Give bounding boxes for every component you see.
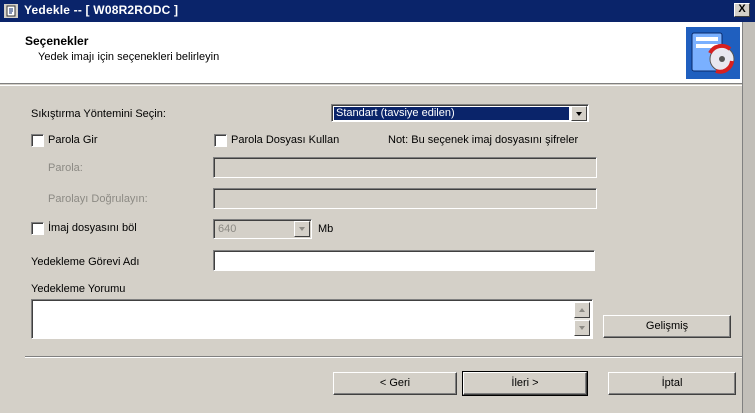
- window-title: Yedekle -- [ W08R2RODC ]: [24, 3, 179, 17]
- password-checkbox-label: Parola Gir: [48, 134, 98, 146]
- password-file-checkbox-label: Parola Dosyası Kullan: [231, 134, 340, 146]
- compression-label: Sıkıştırma Yöntemini Seçin:: [31, 108, 166, 120]
- footer-divider: [25, 356, 742, 358]
- close-button[interactable]: X: [734, 3, 750, 17]
- task-name-label: Yedekleme Görevi Adı: [31, 256, 140, 268]
- scroll-up-icon[interactable]: [574, 302, 590, 318]
- split-unit: Mb: [318, 223, 334, 235]
- confirm-password-field[interactable]: [213, 188, 597, 209]
- advanced-button[interactable]: Gelişmiş: [603, 315, 731, 338]
- task-name-input[interactable]: [213, 250, 595, 271]
- app-icon: [4, 4, 18, 18]
- split-size-value: 640: [218, 223, 237, 235]
- wizard-header: Seçenekler Yedek imajı için seçenekleri …: [0, 22, 742, 84]
- confirm-password-label: Parolayı Doğrulayın:: [48, 193, 148, 205]
- password-checkbox[interactable]: [31, 134, 44, 147]
- backup-icon: [686, 27, 740, 79]
- comment-scrollbar[interactable]: [574, 302, 590, 336]
- split-checkbox-label: İmaj dosyasını böl: [48, 222, 137, 234]
- comment-textarea[interactable]: [31, 299, 593, 339]
- password-label: Parola:: [48, 162, 83, 174]
- split-size-select[interactable]: 640: [213, 219, 312, 239]
- split-checkbox[interactable]: [31, 222, 44, 235]
- chevron-down-icon[interactable]: [294, 221, 310, 237]
- compression-value: Standart (tavsiye edilen): [334, 107, 569, 120]
- next-button[interactable]: İleri >: [462, 371, 588, 396]
- page-subtitle: Yedek imajı için seçenekleri belirleyin: [38, 51, 220, 63]
- window-edge: [742, 22, 755, 413]
- scroll-down-icon[interactable]: [574, 320, 590, 336]
- cancel-button[interactable]: İptal: [608, 372, 736, 395]
- comment-label: Yedekleme Yorumu: [31, 283, 126, 295]
- chevron-down-icon[interactable]: [571, 106, 587, 121]
- title-bar: Yedekle -- [ W08R2RODC ] X: [0, 0, 755, 22]
- page-title: Seçenekler: [25, 34, 89, 48]
- password-file-checkbox[interactable]: [214, 134, 227, 147]
- encrypt-note: Not: Bu seçenek imaj dosyasını şifreler: [388, 134, 579, 146]
- back-button[interactable]: < Geri: [333, 372, 457, 395]
- password-field[interactable]: [213, 157, 597, 178]
- compression-select[interactable]: Standart (tavsiye edilen): [331, 104, 589, 122]
